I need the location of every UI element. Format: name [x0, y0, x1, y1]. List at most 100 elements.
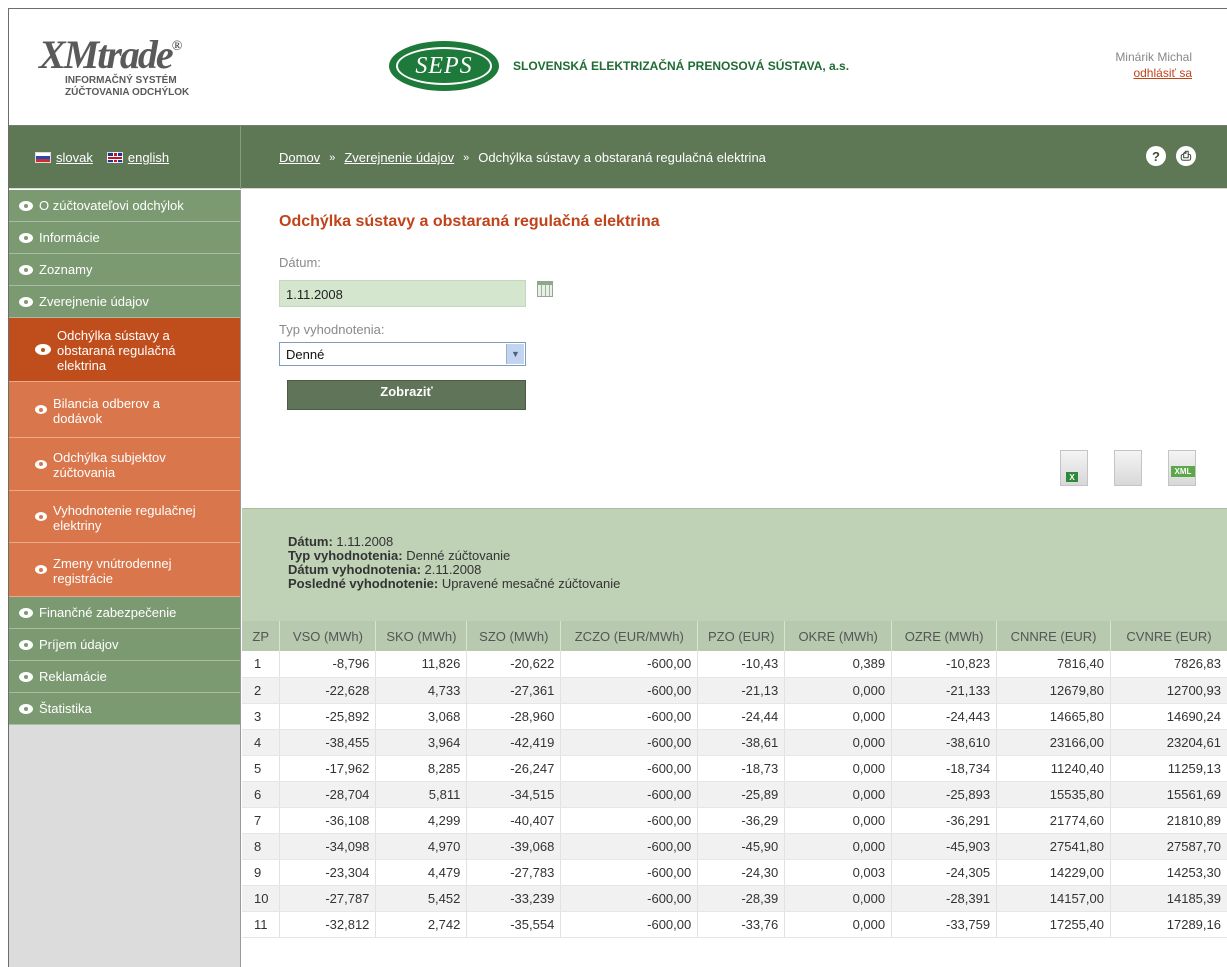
table-cell: 0,389 — [784, 651, 893, 678]
table-cell: -17,962 — [279, 755, 377, 782]
table-cell: 1 — [242, 651, 281, 678]
table-cell: 14185,39 — [1110, 885, 1227, 912]
table-cell: 8,285 — [375, 755, 468, 782]
table-cell: -38,610 — [891, 729, 998, 756]
table-cell: 0,000 — [784, 833, 893, 860]
brand-sub1: INFORMAČNÝ SYSTÉM — [65, 75, 177, 86]
table-row: 10 -27,787 5,452 -33,239 -600,00 -28,39 0,000-… — [242, 885, 1227, 912]
table-cell: -39,068 — [466, 833, 562, 860]
sidebar-item-publish[interactable]: Zverejnenie údajov — [9, 286, 240, 318]
table-cell: 0,000 — [784, 703, 893, 730]
calendar-icon[interactable] — [537, 281, 553, 297]
breadcrumb: Domov » Zverejnenie údajov » Odchýlka sú… — [279, 126, 766, 189]
table-cell: -600,00 — [560, 911, 699, 938]
main-content: Odchýlka sústavy a obstaraná regulačná e… — [242, 190, 1227, 967]
table-cell: -27,787 — [279, 885, 377, 912]
help-icon[interactable]: ? — [1146, 146, 1166, 166]
table-cell: -38,61 — [697, 729, 786, 756]
table-cell: -600,00 — [560, 729, 699, 756]
sepos-logo: SEPS SLOVENSKÁ ELEKTRIZAČNÁ PRENOSOVÁ SÚ… — [389, 41, 849, 91]
logout-link[interactable]: odhlásiť sa — [1133, 66, 1192, 80]
sidebar-item-statistics[interactable]: Štatistika — [9, 693, 240, 725]
table-cell: -33,239 — [466, 885, 562, 912]
table-cell: 3,068 — [375, 703, 468, 730]
sidebar-item-label: Štatistika — [39, 701, 92, 716]
page-title: Odchýlka sústavy a obstaraná regulačná e… — [279, 213, 660, 230]
lang-slovak-link[interactable]: slovak — [35, 150, 93, 165]
eye-icon — [35, 565, 47, 574]
sidebar-subitem-regulation-eval[interactable]: Vyhodnotenie regulačnej elektriny — [9, 491, 240, 543]
eye-icon — [19, 703, 33, 714]
sidebar-subitem-balance[interactable]: Bilancia odberov a dodávok — [9, 382, 240, 438]
table-cell: -38,455 — [279, 729, 377, 756]
table-cell: -600,00 — [560, 755, 699, 782]
sidebar-subitem-system-deviation[interactable]: Odchýlka sústavy a obstaraná regulačná e… — [9, 318, 240, 382]
table-cell: -600,00 — [560, 807, 699, 834]
table-cell: 14253,30 — [1110, 859, 1227, 886]
sidebar-subitem-label: Odchýlka subjektov zúčtovania — [53, 450, 166, 480]
xmtrade-logo[interactable]: XMtrade® INFORMAČNÝ SYSTÉM ZÚČTOVANIA OD… — [39, 27, 209, 117]
brand-mark: ® — [171, 39, 183, 54]
table-cell: 27541,80 — [996, 833, 1112, 860]
date-input[interactable]: 1.11.2008 — [279, 280, 526, 307]
type-select-value: Denné — [286, 347, 325, 362]
top-bar: slovak english Domov » Zverejnenie údajo… — [9, 126, 1227, 189]
table-cell: -28,960 — [466, 703, 562, 730]
table-cell: 4,733 — [375, 677, 468, 704]
table-cell: 11,826 — [375, 651, 468, 678]
table-cell: 4,479 — [375, 859, 468, 886]
sidebar-subitem-label: Zmeny vnútrodennej registrácie — [53, 555, 172, 586]
table-cell: 6 — [242, 781, 281, 808]
print-icon[interactable]: ⎙ — [1176, 146, 1196, 166]
excel-badge: X — [1066, 472, 1078, 482]
lang-english-link[interactable]: english — [106, 150, 169, 165]
column-header: CVNRE (EUR) — [1110, 621, 1227, 651]
sidebar-item-finance[interactable]: Finančné zabezpečenie — [9, 597, 240, 629]
sidebar-item-label: Zverejnenie údajov — [39, 294, 149, 309]
column-header: OKRE (MWh) — [784, 621, 893, 651]
table-cell: 11240,40 — [996, 755, 1112, 782]
table-cell: 23204,61 — [1110, 729, 1227, 756]
sidebar-item-data-intake[interactable]: Príjem údajov — [9, 629, 240, 661]
show-button[interactable]: Zobraziť — [287, 380, 526, 410]
sidebar-item-label: Zoznamy — [39, 262, 93, 277]
breadcrumb-publish[interactable]: Zverejnenie údajov — [344, 150, 454, 165]
sidebar-item-label: Finančné zabezpečenie — [39, 605, 177, 620]
table-cell: -10,823 — [891, 651, 998, 678]
table-cell: 5,452 — [375, 885, 468, 912]
csv-export-icon[interactable] — [1114, 450, 1142, 486]
breadcrumb-home[interactable]: Domov — [279, 150, 320, 165]
table-cell: 0,000 — [784, 911, 893, 938]
type-label: Typ vyhodnotenia: — [279, 322, 385, 337]
sidebar-item-lists[interactable]: Zoznamy — [9, 254, 240, 286]
top-icons: ? ⎙ — [1146, 146, 1196, 166]
table-cell: -600,00 — [560, 885, 699, 912]
sidebar-item-label: O zúčtovateľovi odchýlok — [39, 198, 184, 213]
table-cell: 11 — [242, 911, 281, 938]
table-cell: 7816,40 — [996, 651, 1112, 678]
summary-eval-value: 2.11.2008 — [420, 562, 482, 577]
excel-export-icon[interactable]: X — [1060, 450, 1088, 486]
sidebar-subitem-subject-deviation[interactable]: Odchýlka subjektov zúčtovania — [9, 438, 240, 491]
table-cell: -600,00 — [560, 703, 699, 730]
summary-eval-label: Dátum vyhodnotenia: — [288, 562, 421, 577]
table-cell: 14157,00 — [996, 885, 1112, 912]
table-cell: -24,443 — [891, 703, 998, 730]
table-row: 1 -8,796 11,826 -20,622 -600,00 -10,43 0,389 -1… — [242, 651, 1227, 678]
brand-name: XMtrade — [39, 32, 174, 77]
sidebar-item-info[interactable]: Informácie — [9, 222, 240, 254]
type-select[interactable]: Denné ▼ — [279, 342, 526, 366]
eye-icon — [35, 512, 47, 521]
table-cell: 3 — [242, 703, 281, 730]
table-cell: 0,000 — [784, 807, 893, 834]
sidebar-item-about[interactable]: O zúčtovateľovi odchýlok — [9, 190, 240, 222]
sidebar-subitem-intraday[interactable]: Zmeny vnútrodennej registrácie — [9, 543, 240, 597]
table-cell: 7826,83 — [1110, 651, 1227, 678]
table-cell: 7 — [242, 807, 281, 834]
sidebar-item-claims[interactable]: Reklamácie — [9, 661, 240, 693]
chevron-down-icon[interactable]: ▼ — [506, 344, 524, 364]
table-cell: -23,304 — [279, 859, 377, 886]
xml-export-icon[interactable]: XML — [1168, 450, 1196, 486]
table-cell: -42,419 — [466, 729, 562, 756]
sidebar-subitem-label: Bilancia odberov a dodávok — [53, 395, 160, 426]
